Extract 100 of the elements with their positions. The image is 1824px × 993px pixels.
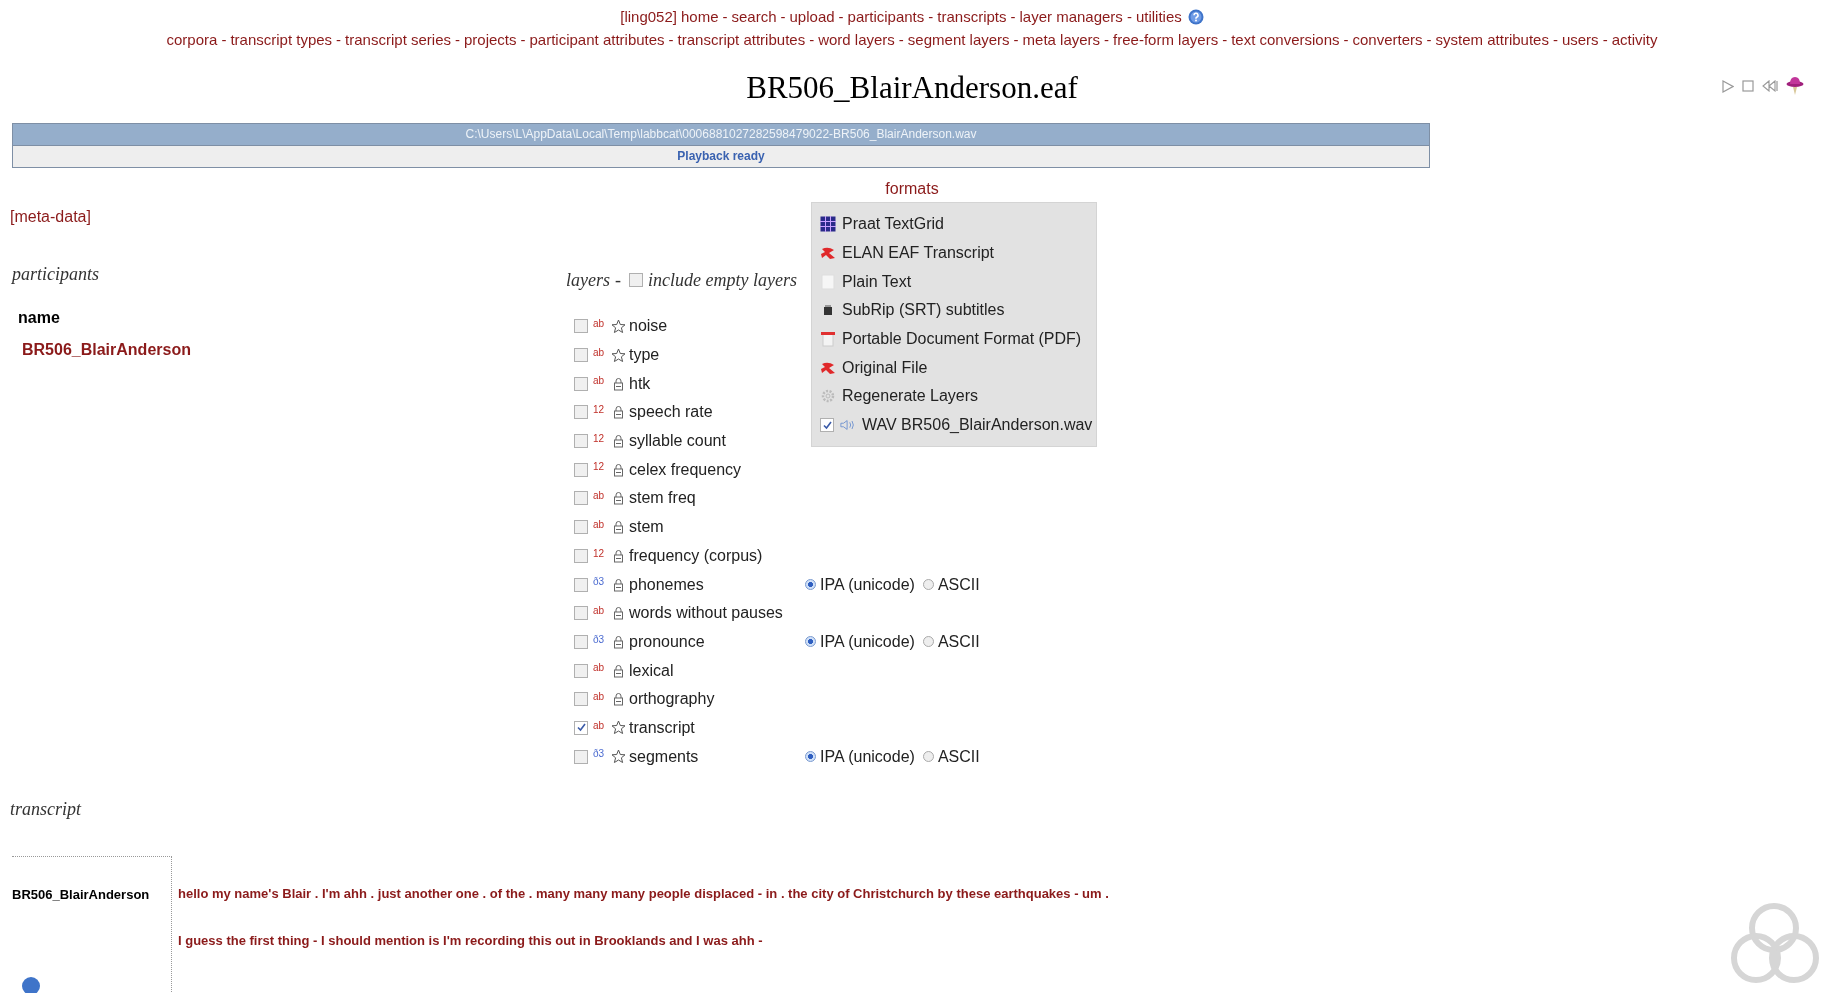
- checkbox[interactable]: [574, 319, 588, 334]
- nav-link[interactable]: free-form layers: [1113, 31, 1219, 48]
- play-icon[interactable]: [1722, 79, 1734, 93]
- checkbox[interactable]: [574, 405, 588, 420]
- document-icon: [820, 331, 836, 348]
- checkbox[interactable]: [629, 273, 643, 287]
- nav-link[interactable]: participants: [847, 8, 925, 25]
- nav-link[interactable]: participant attributes: [529, 31, 665, 48]
- column-header: name: [18, 309, 61, 327]
- nav-link[interactable]: segment layers: [907, 31, 1010, 48]
- section-heading: transcript: [10, 799, 83, 820]
- layer-type-label: ð3: [593, 748, 606, 760]
- rewind-icon[interactable]: [1762, 80, 1778, 92]
- radio-button[interactable]: [922, 636, 934, 648]
- radio-button[interactable]: [805, 579, 816, 591]
- lock-icon: [611, 634, 626, 649]
- help-icon[interactable]: [1187, 8, 1204, 25]
- checkbox[interactable]: [574, 634, 588, 649]
- lock-icon: [611, 663, 626, 678]
- checkbox[interactable]: [574, 376, 588, 391]
- page-title: BR506_BlairAnderson.eaf: [746, 70, 1078, 106]
- transcript-line[interactable]: hello my name's Blair . I'm ahh . just another one . of the . many many many people displaced - in . the city of Christchurch by these earthquakes - um .: [178, 886, 1109, 901]
- checkbox[interactable]: [574, 548, 588, 563]
- nav-link[interactable]: home: [680, 8, 719, 25]
- checkbox[interactable]: [574, 606, 588, 621]
- speaker-name: BR506_BlairAnderson: [12, 887, 150, 902]
- checkbox[interactable]: [574, 692, 588, 707]
- layer-type-label: ab: [593, 662, 606, 674]
- checkbox[interactable]: [574, 491, 588, 506]
- checkbox[interactable]: [574, 434, 588, 449]
- nav-link[interactable]: word layers: [818, 31, 895, 48]
- nav-link[interactable]: users: [1561, 31, 1599, 48]
- separator: -: [809, 31, 815, 48]
- nav-link[interactable]: transcript types: [230, 31, 333, 48]
- meta-data-link[interactable]: [meta-data]: [10, 208, 566, 226]
- nav-link[interactable]: converters: [1352, 31, 1423, 48]
- radio-label: ASCII: [937, 747, 980, 766]
- separator: -: [722, 8, 728, 25]
- separator: -: [1104, 31, 1110, 48]
- layer-type-label: ab: [593, 518, 606, 530]
- separator: -: [838, 8, 844, 25]
- format-menu-item[interactable]: Portable Document Format (PDF): [812, 324, 1096, 354]
- nav-link[interactable]: utilities: [1135, 8, 1182, 25]
- nav-link[interactable]: text conversions: [1231, 31, 1340, 48]
- participant-link[interactable]: BR506_BlairAnderson: [22, 341, 566, 359]
- nav-link[interactable]: system attributes: [1435, 31, 1549, 48]
- checkbox[interactable]: [574, 663, 588, 678]
- formats-link[interactable]: formats: [885, 180, 939, 198]
- format-menu-item[interactable]: Original File: [812, 353, 1096, 383]
- checkbox[interactable]: [574, 577, 588, 592]
- layer-name: transcript: [629, 718, 696, 737]
- layer-type-label: 12: [593, 404, 606, 416]
- format-menu-item[interactable]: WAV BR506_BlairAnderson.wav: [812, 410, 1096, 440]
- layer-name: syllable count: [629, 432, 727, 451]
- layer-type-label: 12: [593, 547, 606, 559]
- nav-link[interactable]: transcript series: [345, 31, 451, 48]
- radio-button[interactable]: [922, 579, 934, 591]
- format-menu-item[interactable]: Praat TextGrid: [812, 210, 1096, 239]
- radio-button[interactable]: [805, 751, 816, 763]
- star-icon: [611, 347, 626, 363]
- nav-link[interactable]: upload: [789, 8, 835, 25]
- checkbox[interactable]: [574, 720, 588, 735]
- nav-link[interactable]: meta layers: [1022, 31, 1101, 48]
- radio-label: IPA (unicode): [820, 575, 915, 594]
- nav-link[interactable]: activity: [1611, 31, 1658, 48]
- format-menu-item[interactable]: Plain Text: [812, 267, 1096, 297]
- layer-name: segments: [629, 747, 700, 766]
- lock-icon: [611, 491, 626, 506]
- lock-icon: [611, 462, 626, 477]
- nav-link[interactable]: layer managers: [1019, 8, 1123, 25]
- hat-icon[interactable]: [1786, 76, 1804, 96]
- nav-link[interactable]: search: [731, 8, 777, 25]
- layer-type-label: ab: [593, 604, 606, 616]
- user-link[interactable]: [ling052]: [620, 8, 677, 25]
- layer-name: speech rate: [629, 403, 714, 422]
- format-menu-item[interactable]: SubRip (SRT) subtitles: [812, 296, 1096, 325]
- gear-icon: [820, 389, 836, 404]
- checkbox[interactable]: [574, 520, 588, 535]
- checkbox[interactable]: [574, 462, 588, 477]
- checkbox[interactable]: [574, 348, 588, 363]
- separator: -: [1013, 31, 1019, 48]
- layer-type-label: ab: [593, 490, 606, 502]
- checkbox-label: include empty layers: [648, 269, 797, 291]
- nav-link[interactable]: corpora: [166, 31, 218, 48]
- stop-icon[interactable]: [1742, 80, 1754, 92]
- layer-type-label: ab: [593, 375, 606, 387]
- nav-link[interactable]: transcripts: [937, 8, 1007, 25]
- star-icon: [611, 318, 626, 334]
- lock-icon: [611, 577, 626, 592]
- layer-type-label: ab: [593, 719, 606, 731]
- nav-link[interactable]: projects: [464, 31, 517, 48]
- radio-button[interactable]: [805, 636, 816, 648]
- transcript-line[interactable]: I guess the first thing - I should mention is I'm recording this out in Brooklands and I was ahh -: [178, 933, 1109, 948]
- format-menu-item[interactable]: Regenerate Layers: [812, 382, 1096, 411]
- checkbox[interactable]: [820, 418, 834, 433]
- layer-type-label: ab: [593, 318, 606, 329]
- format-menu-item[interactable]: ELAN EAF Transcript: [812, 238, 1096, 268]
- nav-link[interactable]: transcript attributes: [677, 31, 806, 48]
- radio-button[interactable]: [922, 751, 934, 763]
- checkbox[interactable]: [574, 749, 588, 764]
